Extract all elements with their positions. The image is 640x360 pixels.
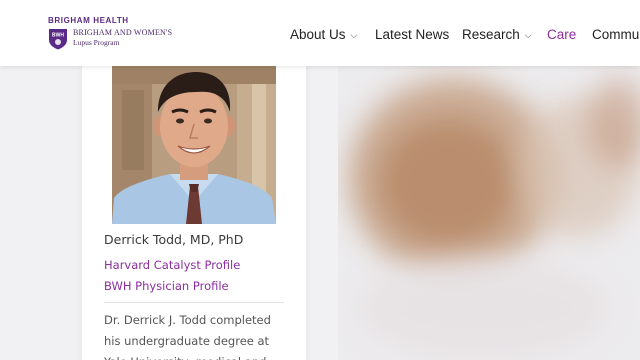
main-nav: About Us ⌵ Latest News Research ⌵ Care Com… xyxy=(0,27,640,47)
physician-name: Derrick Todd, MD, PhD xyxy=(104,232,244,247)
bio-line: his undergraduate degree at xyxy=(104,334,270,348)
nav-label: Latest News xyxy=(375,27,450,42)
bio-line: Yale University, medical and xyxy=(104,352,286,360)
harvard-catalyst-profile-link[interactable]: Harvard Catalyst Profile xyxy=(104,258,240,272)
blurred-photo-panel xyxy=(338,58,640,360)
bio-line: Dr. Derrick J. Todd completed xyxy=(104,313,271,327)
nav-label: About Us xyxy=(290,27,346,42)
nav-label: Care xyxy=(547,27,577,42)
site-header: BRIGHAM HEALTH BWH BRIGHAM AND WOMEN'S L… xyxy=(0,0,640,66)
logo-org-label: BRIGHAM HEALTH xyxy=(48,16,129,25)
physician-photo xyxy=(112,66,276,224)
nav-label: Commun xyxy=(592,27,640,42)
nav-care[interactable]: Care xyxy=(547,27,576,42)
nav-community[interactable]: Commun xyxy=(592,27,640,42)
card-divider xyxy=(104,302,284,303)
bwh-physician-profile-link[interactable]: BWH Physician Profile xyxy=(104,279,229,293)
physician-bio: Dr. Derrick J. Todd completed his underg… xyxy=(104,310,286,360)
chevron-down-icon: ⌵ xyxy=(524,30,532,40)
nav-research[interactable]: Research ⌵ xyxy=(462,27,532,42)
chevron-down-icon: ⌵ xyxy=(350,30,358,40)
nav-latest-news[interactable]: Latest News xyxy=(375,27,449,42)
nav-about-us[interactable]: About Us ⌵ xyxy=(290,27,357,42)
nav-label: Research xyxy=(462,27,520,42)
physician-profile-card: Derrick Todd, MD, PhD Harvard Catalyst P… xyxy=(82,58,306,360)
